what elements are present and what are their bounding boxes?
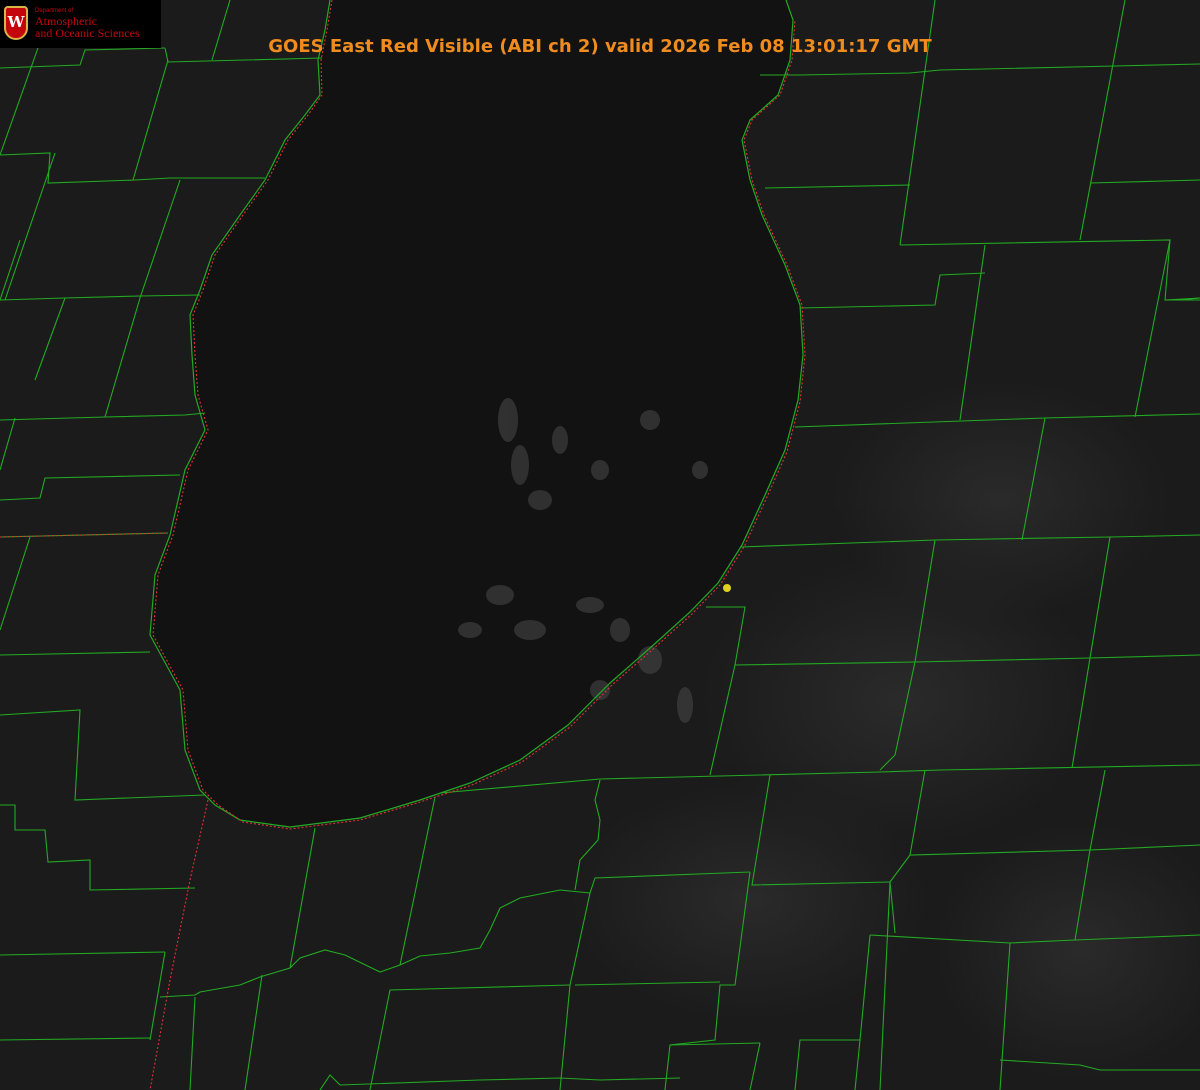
satellite-map: [0, 0, 1200, 1090]
crest-icon: W: [4, 6, 28, 40]
satellite-viewer: W Department of Atmospheric and Oceanic …: [0, 0, 1200, 1090]
location-marker: [723, 584, 731, 592]
image-title: GOES East Red Visible (ABI ch 2) valid 2…: [268, 36, 932, 57]
